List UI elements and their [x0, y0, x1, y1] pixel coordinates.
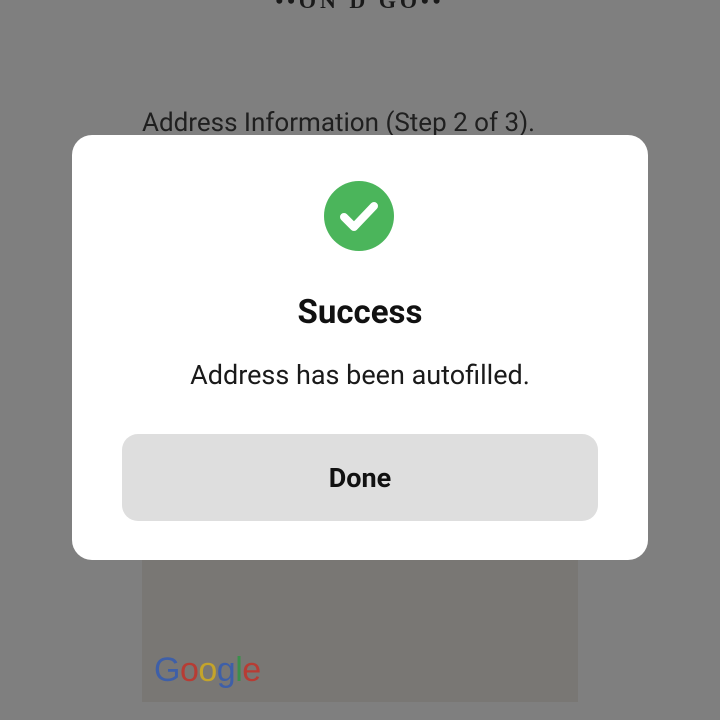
google-logo-letter: G: [154, 651, 180, 689]
google-logo-letter: g: [216, 651, 236, 689]
done-button[interactable]: Done: [122, 434, 598, 521]
dialog-title: Success: [297, 293, 423, 332]
step-title: Address Information (Step 2 of 3).: [142, 108, 536, 138]
dialog-message: Address has been autofilled.: [190, 359, 530, 391]
check-circle-icon: [324, 181, 394, 251]
google-logo-letter: o: [198, 651, 217, 689]
google-logo-letter: o: [179, 651, 199, 689]
app-logo: ••ON D GO••: [275, 0, 445, 13]
map-view[interactable]: Google: [142, 560, 578, 702]
success-dialog: Success Address has been autofilled. Don…: [72, 135, 648, 560]
google-logo-letter: e: [242, 651, 261, 689]
google-logo: Google: [154, 651, 261, 690]
